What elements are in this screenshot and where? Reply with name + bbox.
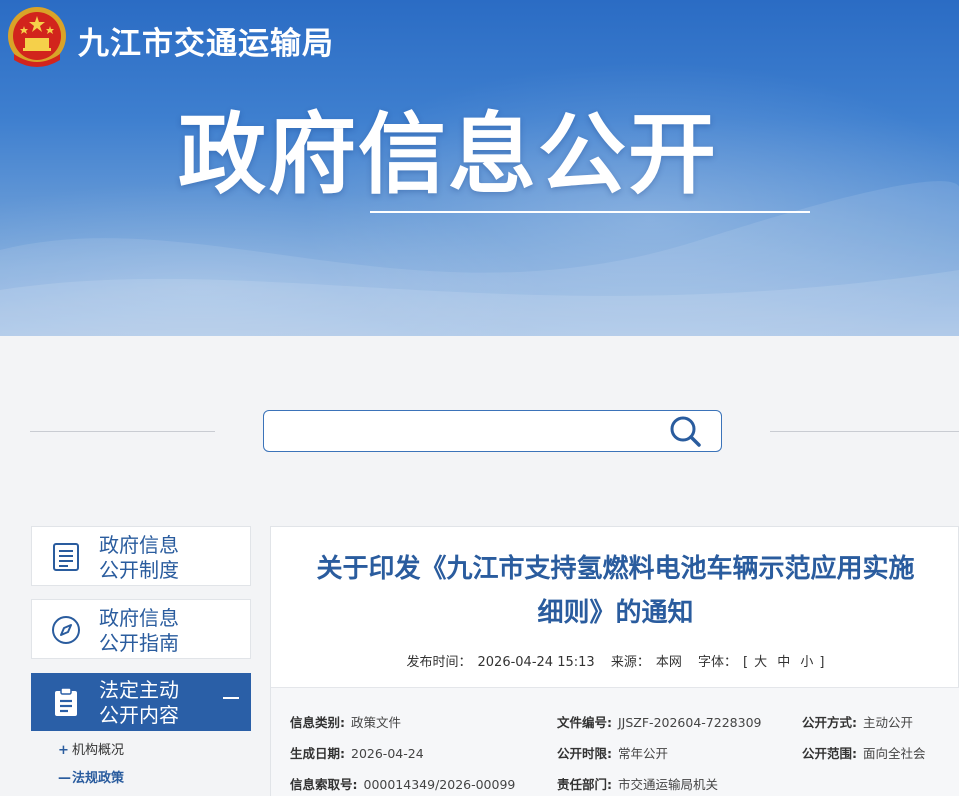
info-index-number: 信息索取号: 000014349/2026-00099 (290, 774, 515, 793)
info-open-period: 公开时限: 常年公开 (557, 743, 668, 762)
info-value: 市交通运输局机关 (618, 777, 719, 792)
header-banner: 九江市交通运输局 政府信息公开 (0, 0, 959, 336)
sidebar-item-label: 政府信息 公开制度 (99, 533, 239, 583)
font-size-small[interactable]: 小 (800, 655, 813, 670)
source-label: 来源： (610, 655, 650, 670)
info-key: 责任部门: (557, 777, 612, 792)
sidebar-item-label: 法定主动 公开内容 (99, 678, 239, 728)
sidebar-item-label-line2: 公开制度 (99, 558, 179, 582)
list-document-icon (53, 543, 79, 571)
article-title: 关于印发《九江市支持氢燃料电池车辆示范应用实施 细则》的通知 (271, 547, 959, 635)
compass-icon (52, 616, 80, 644)
search-input[interactable] (274, 417, 664, 445)
bracket-open: [ (743, 655, 749, 670)
article-panel: 关于印发《九江市支持氢燃料电池车辆示范应用实施 细则》的通知 发布时间： 2026… (270, 526, 959, 796)
site-name: 九江市交通运输局 (78, 26, 334, 62)
search-box (263, 410, 722, 452)
info-generated-date: 生成日期: 2026-04-24 (290, 743, 424, 762)
info-value: 政策文件 (351, 715, 402, 730)
info-key: 生成日期: (290, 746, 345, 761)
info-doc-number: 文件编号: JJSZF-202604-7228309 (557, 712, 761, 731)
search-divider-left (30, 431, 215, 432)
article-title-line2: 细则》的通知 (537, 598, 694, 628)
sidebar-item-label-line1: 政府信息 (99, 606, 179, 630)
article-meta: 发布时间： 2026-04-24 15:13 来源： 本网 字体： [ 大 中 小] (271, 651, 959, 670)
info-key: 公开方式: (802, 715, 857, 730)
sidebar-item-info-guide[interactable]: 政府信息 公开指南 (31, 599, 251, 659)
info-open-mode: 公开方式: 主动公开 (802, 712, 913, 731)
sidebar-subitem-label: 机构概况 (72, 743, 125, 758)
font-size-medium[interactable]: 中 (777, 655, 790, 670)
banner-title: 政府信息公开 (178, 103, 719, 206)
sidebar-item-label: 政府信息 公开指南 (99, 606, 239, 656)
info-open-scope: 公开范围: 面向全社会 (802, 743, 926, 762)
publish-time-label: 发布时间： (406, 655, 472, 670)
sidebar-item-label-line1: 政府信息 (99, 533, 179, 557)
info-value: 常年公开 (618, 746, 669, 761)
font-size-label: 字体： (697, 655, 737, 670)
sidebar-subitem-org[interactable]: + 机构概况 (58, 739, 124, 758)
collapse-dash-icon: — (58, 771, 71, 786)
sidebar-subitem-policy[interactable]: —法规政策 (58, 767, 124, 786)
sidebar-item-statutory-content[interactable]: 法定主动 公开内容 (31, 673, 251, 731)
info-value: 000014349/2026-00099 (363, 777, 516, 792)
clipboard-icon (55, 687, 77, 716)
info-value: 面向全社会 (863, 746, 926, 761)
info-key: 信息索取号: (290, 777, 358, 792)
sidebar-item-label-line1: 法定主动 (99, 678, 179, 702)
sidebar-subitem-label: 法规政策 (72, 771, 125, 786)
info-key: 文件编号: (557, 715, 612, 730)
article-title-line1: 关于印发《九江市支持氢燃料电池车辆示范应用实施 (316, 554, 915, 584)
document-info-table: 信息类别: 政策文件 文件编号: JJSZF-202604-7228309 公开方式… (271, 687, 959, 796)
font-size-large[interactable]: 大 (754, 655, 767, 670)
source: 来源： 本网 (608, 655, 685, 670)
sidebar-item-label-line2: 公开指南 (99, 631, 179, 655)
publish-time: 发布时间： 2026-04-24 15:13 (404, 655, 598, 670)
info-category: 信息类别: 政策文件 (290, 712, 401, 731)
sidebar-item-info-system[interactable]: 政府信息 公开制度 (31, 526, 251, 586)
info-responsible-dept: 责任部门: 市交通运输局机关 (557, 774, 718, 793)
search-icon[interactable] (664, 414, 704, 448)
info-key: 公开时限: (557, 746, 612, 761)
bracket-close: ] (819, 655, 825, 670)
collapse-minus-icon[interactable] (223, 697, 239, 699)
info-value: 2026-04-24 (351, 746, 424, 761)
info-value: 主动公开 (863, 715, 914, 730)
info-value: JJSZF-202604-7228309 (618, 715, 762, 730)
publish-time-value: 2026-04-24 15:13 (477, 655, 595, 670)
search-divider-right (770, 431, 959, 432)
banner-title-underline (370, 211, 810, 213)
expand-plus-icon: + (58, 743, 69, 758)
source-value: 本网 (655, 655, 682, 670)
info-key: 信息类别: (290, 715, 345, 730)
info-key: 公开范围: (802, 746, 857, 761)
national-emblem-icon (8, 7, 66, 67)
font-size-switcher: 字体： [ 大 中 小] (695, 655, 828, 670)
sidebar-item-label-line2: 公开内容 (99, 703, 179, 727)
